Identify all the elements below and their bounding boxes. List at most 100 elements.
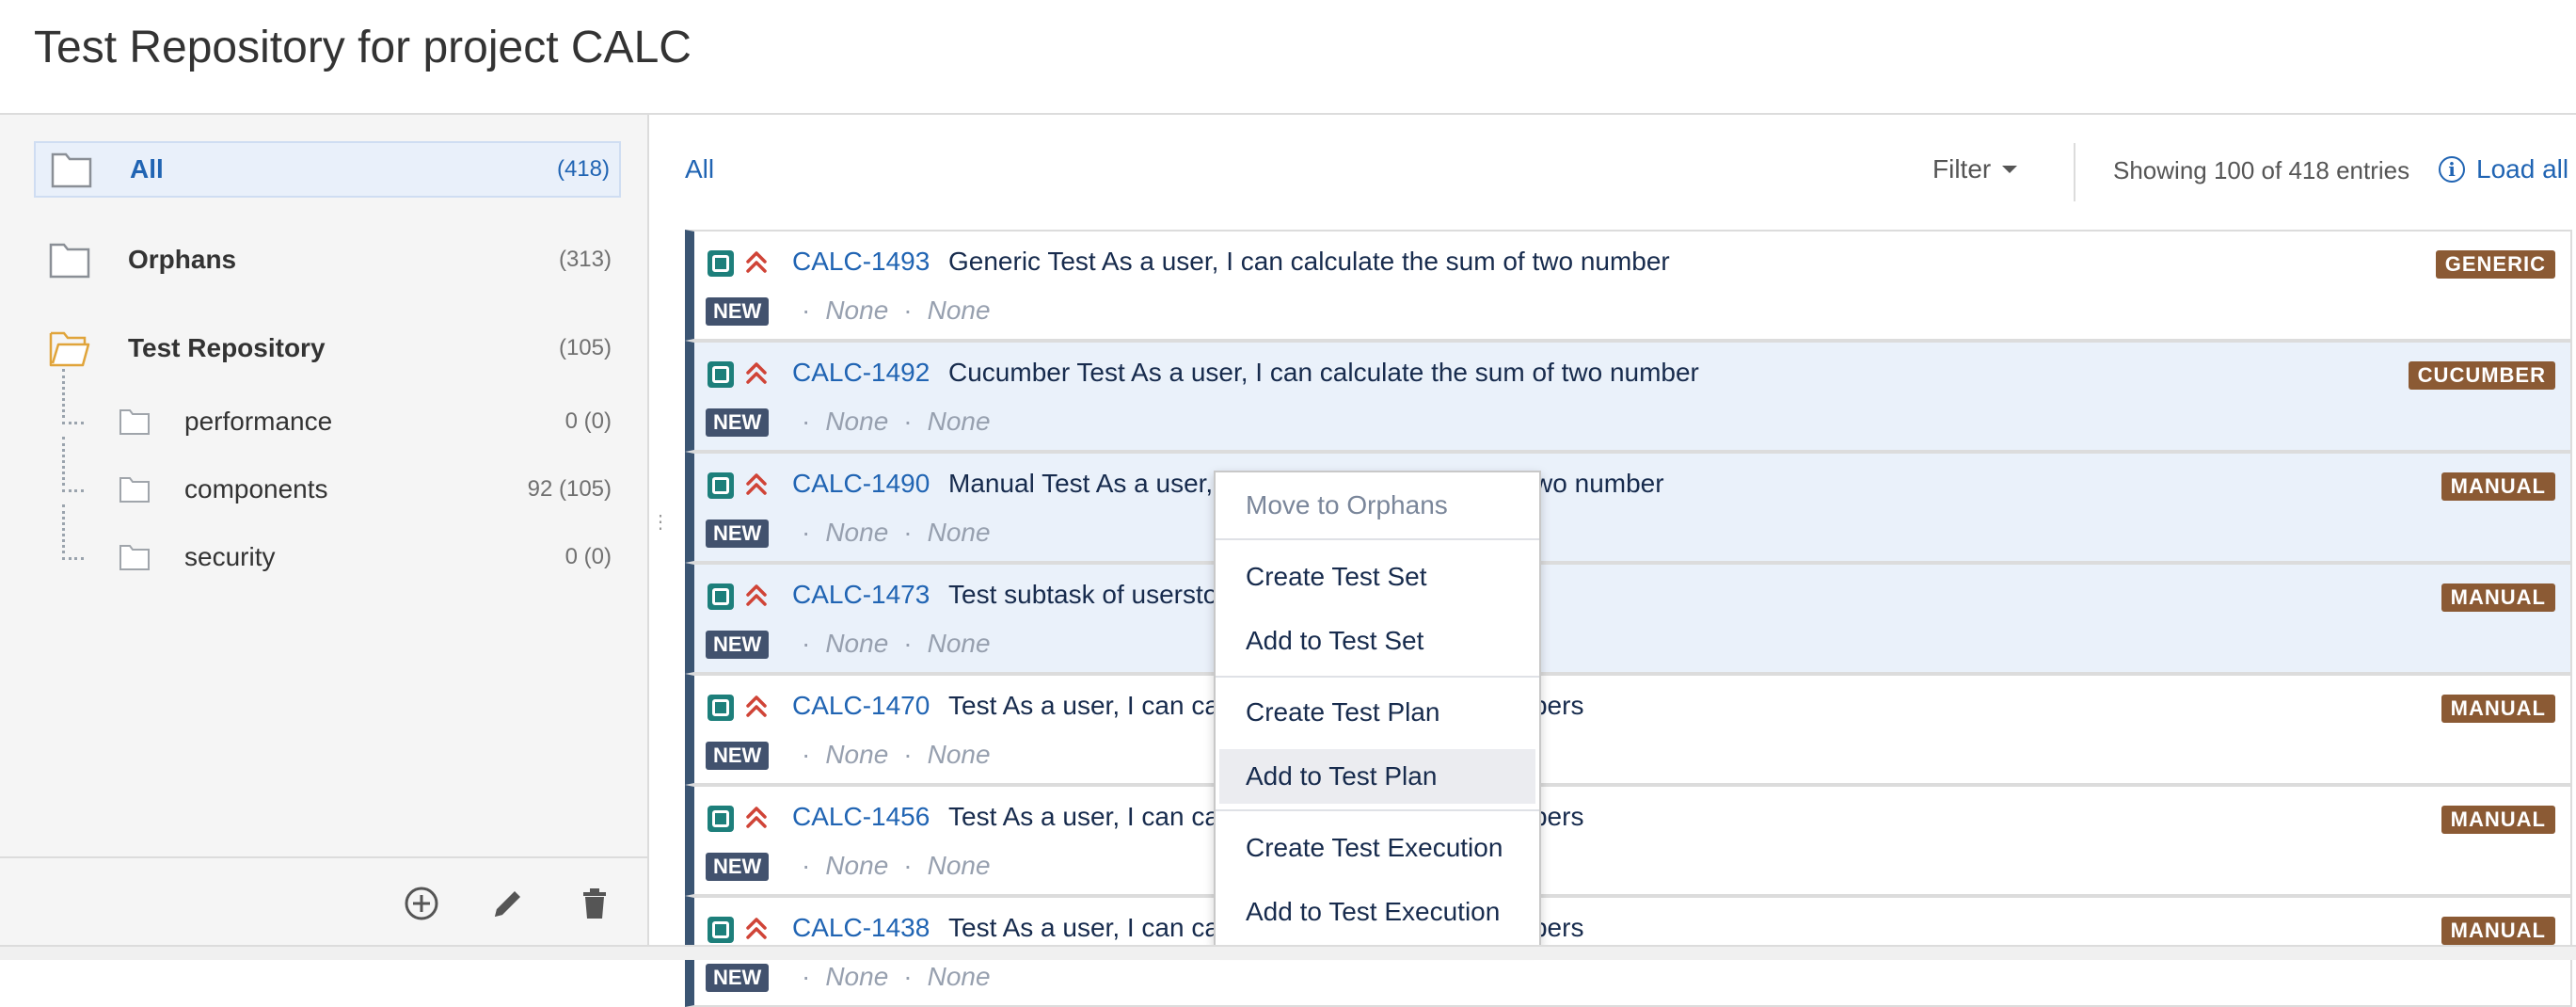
test-meta: · None · None <box>802 629 991 658</box>
test-type-badge: MANUAL <box>2441 806 2555 834</box>
test-row[interactable]: CALC-1473 Test subtask of userstory NEW · No… <box>685 563 2572 674</box>
subfolder-count: 0 (0) <box>564 408 612 434</box>
menu-create-test-execution[interactable]: Create Test Execution <box>1216 821 1539 875</box>
folder-icon <box>49 243 90 279</box>
issue-key-link[interactable]: CALC-1456 <box>792 802 930 832</box>
load-all-label: Load all <box>2476 154 2569 184</box>
meta-value: None <box>927 962 991 991</box>
test-type-icon <box>708 806 734 832</box>
filter-dropdown[interactable]: Filter <box>1932 154 2018 184</box>
folder-label: All <box>130 154 164 184</box>
meta-value: None <box>825 296 889 325</box>
test-row[interactable]: CALC-1493 Generic Test As a user, I can c… <box>685 230 2572 341</box>
test-summary: Generic Test As a user, I can calculate … <box>948 247 1670 276</box>
issue-key-link[interactable]: CALC-1492 <box>792 358 930 388</box>
menu-add-to-test-plan[interactable]: Add to Test Plan <box>1219 749 1535 804</box>
subfolder-label: security <box>184 542 276 571</box>
folder-all[interactable]: All (418) <box>34 141 621 198</box>
open-folder-icon <box>49 331 90 367</box>
meta-value: None <box>927 518 991 547</box>
folder-orphans[interactable]: Orphans (313) <box>34 232 621 288</box>
page-title: Test Repository for project CALC <box>34 23 692 72</box>
tree-connector <box>62 504 84 560</box>
folder-count: (105) <box>558 335 612 360</box>
meta-value: None <box>927 629 991 658</box>
issue-key-link[interactable]: CALC-1493 <box>792 247 930 277</box>
pencil-icon <box>495 891 520 917</box>
subfolder-performance[interactable]: performance 0 (0) <box>62 369 621 448</box>
menu-move-to-orphans[interactable]: Move to Orphans <box>1216 478 1539 533</box>
tree-connector <box>62 437 84 492</box>
context-menu: Move to Orphans Create Test Set Add to T… <box>1214 471 1541 947</box>
folder-count: (313) <box>558 247 612 272</box>
test-summary: Cucumber Test As a user, I can calculate… <box>948 358 1699 387</box>
meta-value: None <box>825 851 889 880</box>
status-badge: NEW <box>706 408 770 437</box>
subfolder-label: performance <box>184 407 333 436</box>
test-type-badge: MANUAL <box>2441 472 2555 501</box>
test-type-icon <box>708 917 734 943</box>
test-type-icon <box>708 472 734 499</box>
load-all-button[interactable]: i Load all <box>2439 154 2568 184</box>
test-row[interactable]: CALC-1456Test As a user, I can calculate… <box>685 785 2572 896</box>
delete-folder-button[interactable] <box>574 883 615 924</box>
priority-highest-icon <box>746 807 767 828</box>
panel-divider <box>647 115 649 958</box>
priority-highest-icon <box>746 695 767 717</box>
resize-handle[interactable]: ⋮ <box>651 513 670 546</box>
test-meta: · None · None <box>802 296 991 325</box>
breadcrumb-all[interactable]: All <box>685 154 714 184</box>
subfolder-security[interactable]: security 0 (0) <box>62 504 621 583</box>
test-summary: Test subtask of userstory <box>948 580 1240 609</box>
test-type-badge: GENERIC <box>2435 250 2555 279</box>
status-badge: NEW <box>706 853 770 881</box>
priority-highest-icon <box>746 362 767 384</box>
test-type-badge: MANUAL <box>2441 917 2555 945</box>
folder-test-repository[interactable]: Test Repository (105) <box>34 320 621 376</box>
subfolder-count: 0 (0) <box>564 544 612 569</box>
tree-connector <box>62 369 84 424</box>
folder-icon <box>51 152 92 188</box>
test-row[interactable]: CALC-1490Manual Test As a user, I can ca… <box>685 452 2572 563</box>
folder-icon <box>119 477 150 503</box>
issue-key-link[interactable]: CALC-1490 <box>792 469 930 499</box>
menu-add-to-test-execution[interactable]: Add to Test Execution <box>1216 885 1539 939</box>
subfolder-components[interactable]: components 92 (105) <box>62 437 621 516</box>
test-type-badge: CUCUMBER <box>2408 361 2555 390</box>
folder-label: Orphans <box>128 245 237 274</box>
edit-folder-button[interactable] <box>487 883 529 924</box>
test-type-icon <box>708 583 734 610</box>
meta-value: None <box>927 407 991 436</box>
meta-value: None <box>825 407 889 436</box>
toolbar-divider <box>2074 143 2075 201</box>
folder-icon <box>119 409 150 435</box>
entries-count: Showing 100 of 418 entries <box>2113 156 2410 184</box>
subfolder-count: 92 (105) <box>527 476 612 502</box>
menu-create-test-set[interactable]: Create Test Set <box>1216 550 1539 604</box>
issue-key-link[interactable]: CALC-1438 <box>792 913 930 943</box>
priority-highest-icon <box>746 918 767 939</box>
test-type-icon <box>708 361 734 388</box>
issue-key-link[interactable]: CALC-1470 <box>792 691 930 721</box>
test-row[interactable]: CALC-1492 Cucumber Test As a user, I can … <box>685 341 2572 452</box>
test-meta: · None · None <box>802 740 991 769</box>
menu-separator <box>1216 676 1539 678</box>
meta-value: None <box>825 962 889 991</box>
info-icon: i <box>2439 156 2465 183</box>
caret-down-icon <box>2002 166 2018 173</box>
add-folder-button[interactable] <box>401 883 442 924</box>
test-row[interactable]: CALC-1470Test As a user, I can calculate… <box>685 674 2572 785</box>
meta-value: None <box>825 518 889 547</box>
issue-key-link[interactable]: CALC-1473 <box>792 580 930 610</box>
meta-value: None <box>825 740 889 769</box>
add-circle-icon <box>405 887 438 920</box>
folder-sidebar: All (418) Orphans (313) Test Repository … <box>0 115 647 958</box>
meta-value: None <box>927 851 991 880</box>
menu-create-test-plan[interactable]: Create Test Plan <box>1216 685 1539 740</box>
priority-highest-icon <box>746 251 767 273</box>
menu-add-to-test-set[interactable]: Add to Test Set <box>1216 614 1539 668</box>
priority-highest-icon <box>746 473 767 495</box>
folder-count: (418) <box>556 156 610 182</box>
menu-separator <box>1216 809 1539 811</box>
test-type-icon <box>708 250 734 277</box>
